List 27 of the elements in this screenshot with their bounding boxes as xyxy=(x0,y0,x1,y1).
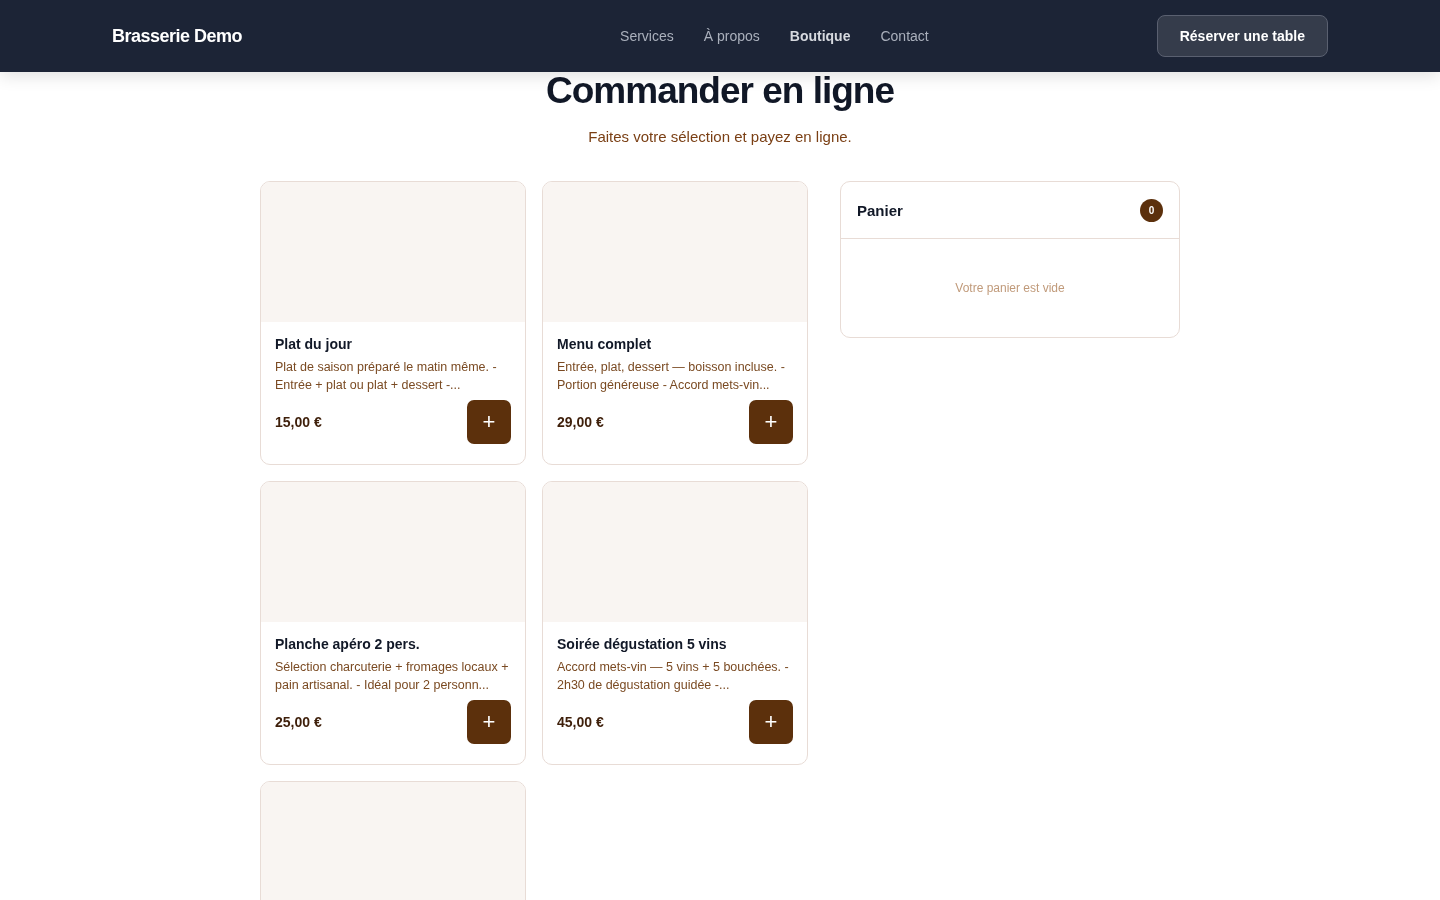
product-price: 15,00 € xyxy=(275,414,322,430)
product-description: Entrée, plat, dessert — boisson incluse. - Portion généreuse - Accord mets-vin... xyxy=(557,359,786,394)
nav-link[interactable]: Services xyxy=(620,28,674,44)
nav-link[interactable]: À propos xyxy=(703,28,760,44)
cart-count-badge: 0 xyxy=(1140,198,1163,222)
cart-title: Panier xyxy=(857,201,903,219)
product-price: 45,00 € xyxy=(557,714,604,730)
product-description: Sélection charcuterie + fromages locaux + pain artisanal. - Idéal pour 2 personn... xyxy=(275,659,510,694)
page-subtitle: Faites votre sélection et payez en ligne. xyxy=(588,128,852,145)
empty-cart-message: Votre panier est vide xyxy=(954,280,1066,297)
product-name: Menu complet xyxy=(557,336,653,352)
product-name: Soirée dégustation 5 vins xyxy=(557,636,728,652)
brand-logo[interactable]: Brasserie Demo xyxy=(112,25,243,47)
product-price: 25,00 € xyxy=(275,714,322,730)
nav-link[interactable]: Boutique xyxy=(789,28,851,44)
product-price: 29,00 € xyxy=(557,414,604,430)
product-description: Plat de saison préparé le matin même. - Entrée + plat ou plat + dessert -... xyxy=(275,359,498,394)
add-button[interactable]: + xyxy=(749,700,793,744)
product-name: Plat du jour xyxy=(275,336,353,352)
product-description: Accord mets-vin — 5 vins + 5 bouchées. - 2h30 de dégustation guidée -... xyxy=(557,659,790,694)
product-name: Planche apéro 2 pers. xyxy=(275,636,421,652)
add-button[interactable]: + xyxy=(467,700,511,744)
nav-link[interactable]: Contact xyxy=(880,28,929,44)
reserve-button[interactable]: Réserver une table xyxy=(1156,15,1328,57)
page-title: Commander en ligne xyxy=(546,70,894,112)
add-button[interactable]: + xyxy=(467,400,511,444)
add-button[interactable]: + xyxy=(749,400,793,444)
